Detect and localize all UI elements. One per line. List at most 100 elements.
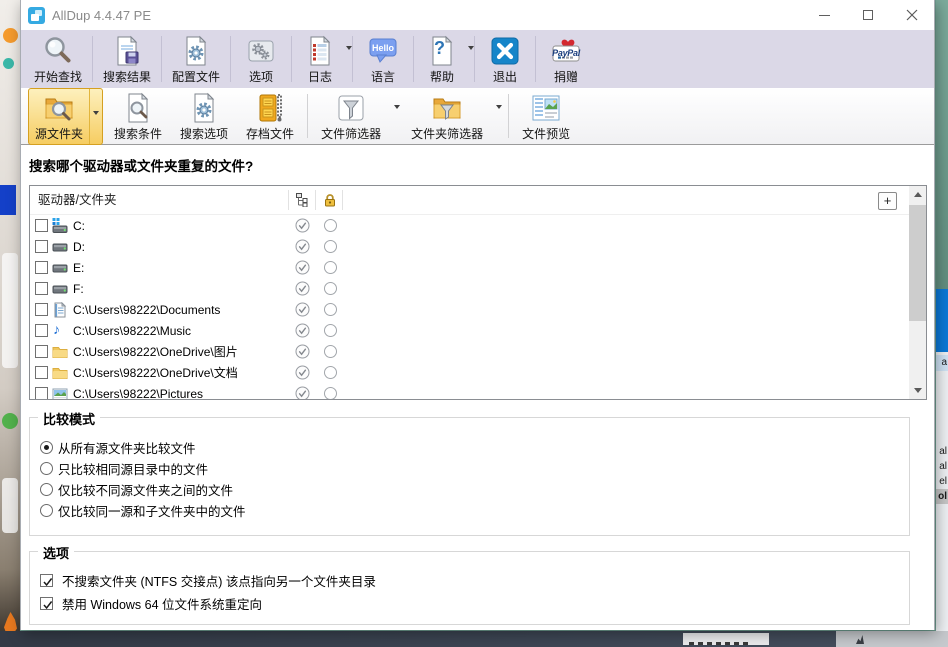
desktop-icon-blob (2, 413, 18, 429)
nav-archive-files-button[interactable]: 存档文件 (237, 89, 303, 144)
button-label: 文件夹筛选器 (411, 125, 483, 142)
exit-button[interactable]: 退出 (477, 32, 533, 87)
clipped-glyph (856, 635, 864, 644)
checkbox-checked[interactable] (40, 574, 53, 587)
lock-disabled-icon[interactable] (323, 323, 338, 338)
scroll-down-button[interactable] (909, 382, 926, 399)
compare-option-different-folders[interactable]: 仅比较不同源文件夹之间的文件 (40, 479, 909, 500)
scroll-up-button[interactable] (909, 186, 926, 203)
source-folders-dropdown[interactable] (89, 89, 102, 144)
row-checkbox[interactable] (35, 303, 48, 316)
list-item-drive-f[interactable]: F: (30, 278, 909, 299)
option-disable-wow64-redirect[interactable]: 禁用 Windows 64 位文件系统重定向 (40, 592, 909, 615)
start-search-button[interactable]: 开始查找 (26, 32, 90, 87)
maximize-button[interactable] (846, 0, 890, 30)
minimize-button[interactable] (802, 0, 846, 30)
button-label: 捐赠 (554, 68, 578, 85)
lock-disabled-icon[interactable] (323, 218, 338, 233)
checkbox-checked[interactable] (40, 597, 53, 610)
option-skip-ntfs-junctions[interactable]: 不搜索文件夹 (NTFS 交接点) 该点指向另一个文件夹目录 (40, 569, 909, 592)
button-label: 源文件夹 (35, 125, 83, 142)
row-checkbox[interactable] (35, 261, 48, 274)
nav-folder-filter-button[interactable]: 文件夹筛选器 (402, 89, 492, 144)
chevron-down-icon[interactable] (496, 105, 502, 112)
row-checkbox[interactable] (35, 240, 48, 253)
row-label: C:\Users\98222\Pictures (73, 387, 203, 400)
search-results-icon (111, 35, 143, 67)
lock-disabled-icon[interactable] (323, 260, 338, 275)
donate-button[interactable]: PayPal 捐赠 (538, 32, 594, 87)
radio[interactable] (40, 483, 53, 496)
option-label: 禁用 Windows 64 位文件系统重定向 (62, 594, 262, 613)
row-checkbox[interactable] (35, 387, 48, 399)
radio-selected[interactable] (40, 441, 53, 454)
recurse-enabled-icon[interactable] (295, 239, 310, 254)
lock-disabled-icon[interactable] (323, 239, 338, 254)
recurse-enabled-icon[interactable] (295, 386, 310, 399)
toolbar-separator (307, 94, 308, 138)
add-folder-button[interactable]: + (878, 192, 897, 210)
list-item-drive-e[interactable]: E: (30, 257, 909, 278)
column-divider (342, 190, 343, 210)
column-header-folder[interactable]: 驱动器/文件夹 (38, 186, 116, 215)
row-checkbox[interactable] (35, 345, 48, 358)
list-item-onedrive-documents[interactable]: C:\Users\98222\OneDrive\文档 (30, 362, 909, 383)
close-button[interactable] (890, 0, 934, 30)
lock-disabled-icon[interactable] (323, 281, 338, 296)
clipped-text-fragment: ol (938, 489, 947, 504)
recurse-enabled-icon[interactable] (295, 260, 310, 275)
recurse-subfolders-icon[interactable] (295, 193, 309, 207)
app-icon (28, 7, 45, 24)
button-label: 存档文件 (246, 125, 294, 142)
list-item-music[interactable]: ♪ C:\Users\98222\Music (30, 320, 909, 341)
help-button[interactable]: ? 帮助 (416, 32, 472, 87)
paypal-icon: PayPal (550, 35, 582, 67)
nav-file-preview-button[interactable]: 文件预览 (513, 89, 579, 144)
recurse-enabled-icon[interactable] (295, 344, 310, 359)
lock-icon[interactable] (323, 193, 337, 207)
row-checkbox[interactable] (35, 219, 48, 232)
list-item-drive-c[interactable]: C: (30, 215, 909, 236)
folder-icon (52, 344, 68, 360)
drive-icon (52, 260, 68, 276)
list-item-documents[interactable]: C:\Users\98222\Documents (30, 299, 909, 320)
compare-option-all-sources[interactable]: 从所有源文件夹比较文件 (40, 437, 909, 458)
radio[interactable] (40, 504, 53, 517)
options-button[interactable]: 选项 (233, 32, 289, 87)
nav-search-options-button[interactable]: 搜索选项 (171, 89, 237, 144)
compare-option-same-source-subfolders[interactable]: 仅比较同一源和子文件夹中的文件 (40, 500, 909, 521)
desktop-icon-blob (0, 185, 16, 215)
lock-disabled-icon[interactable] (323, 386, 338, 399)
nav-source-folders-button[interactable]: 源文件夹 (28, 88, 103, 145)
nav-file-filter-button[interactable]: 文件筛选器 (312, 89, 390, 144)
group-title: 选项 (38, 543, 74, 562)
recurse-enabled-icon[interactable] (295, 323, 310, 338)
vertical-scrollbar[interactable] (909, 186, 926, 399)
recurse-enabled-icon[interactable] (295, 281, 310, 296)
recurse-enabled-icon[interactable] (295, 302, 310, 317)
language-button[interactable]: Hello 语言 (355, 32, 411, 87)
lock-disabled-icon[interactable] (323, 365, 338, 380)
profile-button[interactable]: 配置文件 (164, 32, 228, 87)
row-checkbox[interactable] (35, 282, 48, 295)
list-item-drive-d[interactable]: D: (30, 236, 909, 257)
option-label: 不搜索文件夹 (NTFS 交接点) 该点指向另一个文件夹目录 (62, 571, 376, 590)
recurse-enabled-icon[interactable] (295, 218, 310, 233)
radio[interactable] (40, 462, 53, 475)
list-item-pictures[interactable]: C:\Users\98222\Pictures (30, 383, 909, 399)
compare-option-same-directory[interactable]: 只比较相同源目录中的文件 (40, 458, 909, 479)
lock-disabled-icon[interactable] (323, 344, 338, 359)
lock-disabled-icon[interactable] (323, 302, 338, 317)
chevron-down-icon[interactable] (468, 46, 474, 53)
search-results-button[interactable]: 搜索结果 (95, 32, 159, 87)
row-checkbox[interactable] (35, 366, 48, 379)
row-checkbox[interactable] (35, 324, 48, 337)
chevron-down-icon[interactable] (394, 105, 400, 112)
scrollbar-thumb[interactable] (909, 205, 926, 321)
log-button[interactable]: 日志 (294, 32, 350, 87)
chevron-down-icon[interactable] (346, 46, 352, 53)
button-label: 搜索结果 (103, 68, 151, 85)
nav-search-criteria-button[interactable]: 搜索条件 (105, 89, 171, 144)
list-item-onedrive-pictures[interactable]: C:\Users\98222\OneDrive\图片 (30, 341, 909, 362)
recurse-enabled-icon[interactable] (295, 365, 310, 380)
